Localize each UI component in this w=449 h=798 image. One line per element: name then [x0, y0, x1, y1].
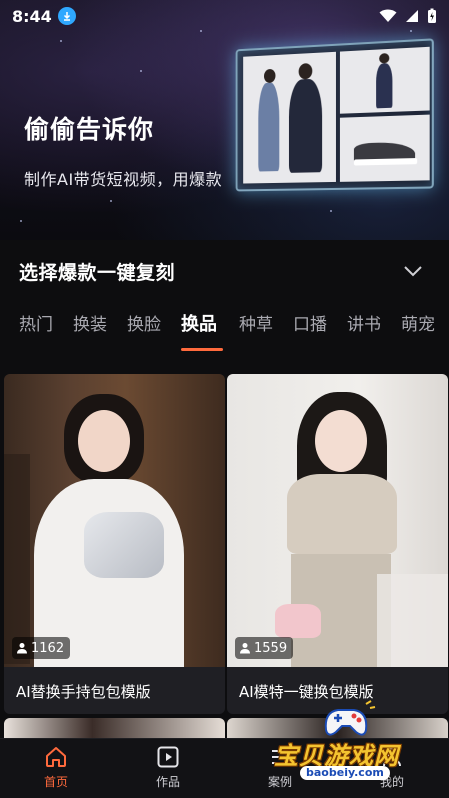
star-decoration	[330, 210, 332, 212]
star-decoration	[110, 200, 112, 202]
watermark-url: baobeiy.com	[300, 766, 390, 780]
tab-product-swap[interactable]: 换品	[181, 310, 217, 336]
status-bar: 8:44	[0, 0, 449, 32]
view-count: 1162	[31, 640, 65, 656]
tab-seeding[interactable]: 种草	[239, 310, 273, 335]
battery-icon	[428, 8, 436, 23]
star-decoration	[140, 70, 142, 72]
status-icons	[379, 8, 437, 24]
tab-pets[interactable]: 萌宠	[401, 310, 435, 335]
watermark: 宝贝游戏网 baobeiy.com	[272, 700, 422, 792]
tab-outfit-swap[interactable]: 换装	[73, 310, 107, 335]
tab-book-talk[interactable]: 讲书	[347, 310, 381, 335]
nav-home[interactable]: 首页	[26, 745, 86, 790]
star-decoration	[60, 40, 62, 42]
nav-works-label: 作品	[155, 775, 180, 789]
hero-preview-image	[235, 38, 434, 192]
template-card[interactable]: 1559 AI模特一键换包模版	[227, 374, 448, 714]
card-title: AI替换手持包包模版	[16, 683, 151, 701]
section-title: 选择爆款一键复刻	[19, 262, 176, 284]
tab-face-swap[interactable]: 换脸	[127, 310, 161, 335]
shoe-photo	[339, 114, 430, 182]
view-count-badge: 1162	[12, 637, 71, 659]
card-footer: AI替换手持包包模版	[4, 667, 225, 714]
wifi-icon	[379, 9, 397, 22]
template-thumbnail	[4, 374, 225, 667]
view-count: 1559	[254, 640, 288, 656]
download-icon	[57, 7, 76, 25]
view-count-badge: 1559	[235, 637, 294, 659]
template-card[interactable]: 1162 AI替换手持包包模版	[4, 374, 225, 714]
nav-home-label: 首页	[43, 775, 68, 789]
home-icon	[46, 747, 66, 767]
status-time: 8:44	[12, 6, 52, 26]
template-thumbnail	[227, 374, 448, 667]
person-icon	[240, 643, 250, 654]
star-decoration	[20, 220, 22, 222]
nav-works[interactable]: 作品	[138, 745, 198, 790]
play-icon	[157, 746, 179, 768]
person-icon	[17, 643, 27, 654]
gamepad-icon	[324, 700, 376, 736]
hero-subtitle: 制作AI带货短视频，用爆款	[24, 170, 223, 189]
chevron-down-icon[interactable]	[402, 262, 424, 280]
category-tabs: 热门 换装 换脸 换品 种草 口播 讲书 萌宠	[0, 310, 449, 350]
tab-hot[interactable]: 热门	[19, 310, 53, 335]
active-tab-indicator	[181, 348, 223, 351]
tab-voiceover[interactable]: 口播	[293, 310, 327, 335]
hero-title: 偷偷告诉你	[24, 115, 155, 144]
model-photo	[243, 51, 336, 184]
card-title: AI模特一键换包模版	[239, 683, 374, 701]
model-photo	[339, 46, 430, 114]
hero-banner[interactable]: 8:44 偷偷告诉你 制作AI带货短视频，用爆款	[0, 0, 449, 240]
signal-icon	[406, 10, 418, 22]
